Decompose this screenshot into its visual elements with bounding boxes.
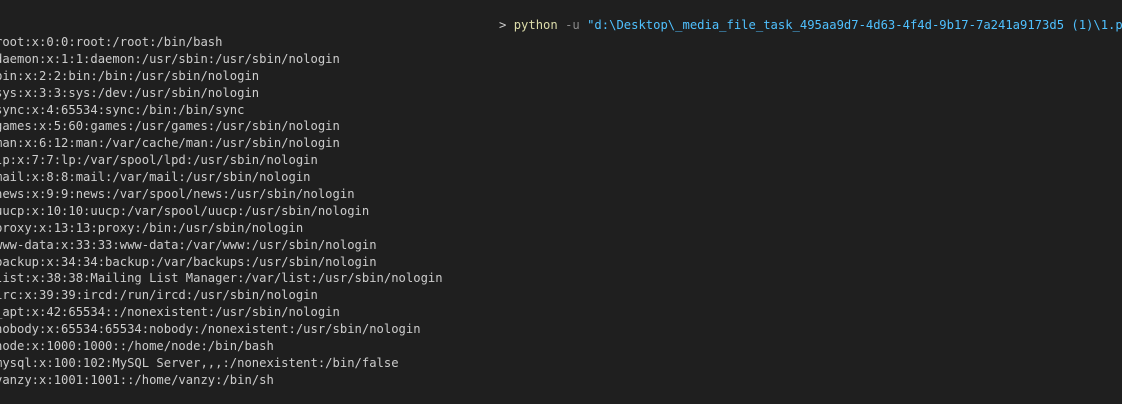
output-line: proxy:x:13:13:proxy:/bin:/usr/sbin/nolog… — [0, 220, 304, 235]
command-flag: -u — [565, 18, 580, 32]
output-line: vanzy:x:1001:1001::/home/vanzy:/bin/sh — [0, 372, 274, 387]
output-line: www-data:x:33:33:www-data:/var/www:/usr/… — [0, 237, 377, 252]
output-line: sys:x:3:3:sys:/dev:/usr/sbin/nologin — [0, 85, 260, 100]
output-line: root:x:0:0:root:/root:/bin/bash — [0, 35, 223, 49]
command-line: > python -u "d:\Desktop\_media_file_task… — [499, 17, 1122, 34]
command-path: "d:\Desktop\_media_file_task_495aa9d7-4d… — [587, 18, 1122, 32]
output-line: irc:x:39:39:ircd:/run/ircd:/usr/sbin/nol… — [0, 288, 318, 303]
output-line: lp:x:7:7:lp:/var/spool/lpd:/usr/sbin/nol… — [0, 153, 318, 168]
output-line: daemon:x:1:1:daemon:/usr/sbin:/usr/sbin/… — [0, 51, 340, 66]
output-line: games:x:5:60:games:/usr/games:/usr/sbin/… — [0, 119, 340, 134]
output-line: list:x:38:38:Mailing List Manager:/var/l… — [0, 271, 443, 286]
output-line: _apt:x:42:65534::/nonexistent:/usr/sbin/… — [0, 305, 340, 320]
output-line: mail:x:8:8:mail:/var/mail:/usr/sbin/nolo… — [0, 170, 311, 185]
output-line: nobody:x:65534:65534:nobody:/nonexistent… — [0, 322, 421, 337]
output-line: mysql:x:100:102:MySQL Server,,,:/nonexis… — [0, 355, 399, 370]
output-line: uucp:x:10:10:uucp:/var/spool/uucp:/usr/s… — [0, 203, 370, 218]
output-line: backup:x:34:34:backup:/var/backups:/usr/… — [0, 254, 377, 269]
output-line: sync:x:4:65534:sync:/bin:/bin/sync — [0, 102, 245, 117]
command-program: python — [513, 18, 558, 32]
output-line: bin:x:2:2:bin:/bin:/usr/sbin/nologin — [0, 68, 260, 83]
output-line: node:x:1000:1000::/home/node:/bin/bash — [0, 339, 274, 354]
terminal-output: root:x:0:0:root:/root:/bin/bash daemon:x:… — [0, 34, 443, 389]
output-line: news:x:9:9:news:/var/spool/news:/usr/sbi… — [0, 187, 355, 202]
prompt-chevron-icon: > — [499, 18, 507, 32]
terminal-panel[interactable]: > python -u "d:\Desktop\_media_file_task… — [0, 0, 1122, 404]
output-line: man:x:6:12:man:/var/cache/man:/usr/sbin/… — [0, 136, 340, 151]
